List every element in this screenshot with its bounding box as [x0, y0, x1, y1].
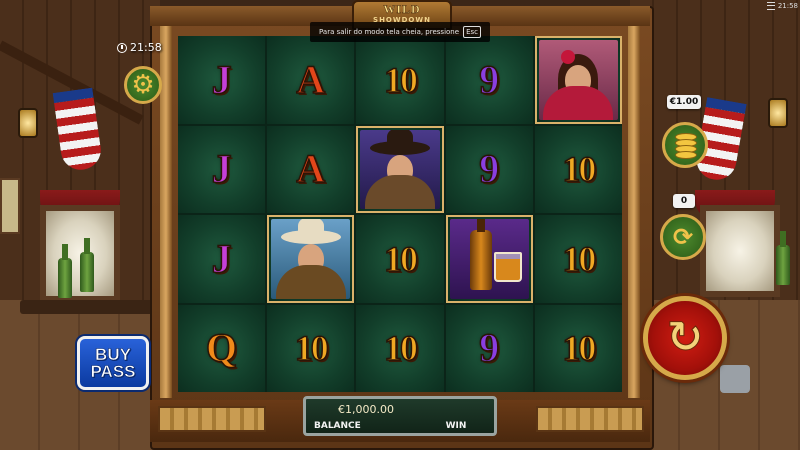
reel-cell: 9: [445, 304, 533, 392]
reel-cell: 10: [356, 36, 444, 124]
symbol-a: A: [296, 146, 326, 192]
symbol-ten: 10: [383, 238, 419, 279]
reel-cell: 9: [445, 125, 533, 213]
balance-label: BALANCE: [314, 421, 361, 431]
device-status: 21:58: [766, 2, 798, 10]
bucket-prop: [720, 365, 750, 393]
win-label: WIN: [445, 421, 467, 431]
balance-panel: €1,000.00 BALANCE WIN: [303, 396, 497, 436]
reel-cell: 10: [356, 215, 444, 303]
game-clock: 21:58: [117, 41, 162, 54]
logo-title: WILD: [383, 2, 421, 16]
spin-button[interactable]: ↻: [643, 296, 727, 380]
reel-cell: J: [178, 36, 266, 124]
device-time: 21:58: [777, 2, 798, 10]
bottle-prop: [776, 231, 790, 285]
esc-key-badge: Esc: [463, 26, 481, 38]
left-ornament: [158, 406, 266, 432]
symbol-ten: 10: [294, 328, 330, 369]
hat: [369, 129, 430, 155]
balance-value: €1,000.00: [338, 403, 394, 416]
reel-cell: Q: [178, 304, 266, 392]
spin-icon: ↻: [666, 312, 704, 363]
reel-cell-sheriff: [267, 215, 355, 303]
symbol-q: Q: [205, 325, 238, 371]
symbol-ten: 10: [383, 59, 419, 100]
reel-cell: 9: [445, 36, 533, 124]
reel-cell: J: [178, 125, 266, 213]
gunslinger-symbol: [360, 129, 440, 209]
buy-label: BUY: [95, 345, 132, 364]
autoplay-count: 0: [673, 194, 695, 208]
menu-icon[interactable]: [766, 2, 775, 10]
torso: [275, 264, 346, 299]
symbol-a: A: [296, 56, 326, 102]
hat: [280, 219, 341, 245]
buy-pass-button[interactable]: BUY PASS: [77, 336, 149, 390]
bar-table: [20, 300, 160, 314]
autoplay-icon: ⟳: [672, 223, 694, 251]
right-lamp: [768, 98, 788, 128]
reel-cell: A: [267, 36, 355, 124]
right-window: [700, 205, 780, 297]
bet-button[interactable]: [662, 122, 708, 168]
pass-label: PASS: [90, 362, 136, 381]
whiskey-bottle: [470, 219, 493, 291]
reel-cell: J: [178, 215, 266, 303]
symbol-nine: 9: [478, 146, 500, 192]
reel-cell: A: [267, 125, 355, 213]
torso: [364, 175, 435, 209]
symbol-nine: 9: [478, 325, 500, 371]
reel-cell-whiskey: [445, 215, 533, 303]
gear-icon: ⚙: [131, 70, 155, 100]
clock-icon: [117, 42, 127, 53]
bet-value: €1.00: [667, 95, 701, 109]
bottle-prop: [58, 244, 72, 298]
notice-text: Para salir do modo tela cheia, pressione: [319, 28, 460, 36]
wanted-poster: [0, 178, 20, 234]
reel-cell: 10: [356, 304, 444, 392]
symbol-nine: 9: [478, 56, 500, 102]
whiskey-symbol: [449, 219, 529, 299]
symbol-j: J: [211, 235, 233, 281]
symbol-ten: 10: [383, 328, 419, 369]
clock-time: 21:58: [130, 41, 162, 54]
right-pillar: [628, 26, 640, 398]
sheriff-symbol: [271, 219, 351, 299]
autoplay-button[interactable]: ⟳: [660, 214, 706, 260]
reel-grid: J A 10 9 J A 9 10 J 10 10 Q 10 10 9 10: [178, 36, 622, 392]
reel-cell: 10: [267, 304, 355, 392]
right-ornament: [536, 406, 644, 432]
reel-cell: 10: [534, 215, 622, 303]
left-lamp: [18, 108, 38, 138]
symbol-j: J: [211, 146, 233, 192]
whiskey-glass: [493, 252, 522, 283]
saloon-girl-symbol: [538, 40, 618, 120]
bottle-prop: [80, 238, 94, 292]
symbol-ten: 10: [562, 149, 598, 190]
reel-cell-gunslinger: [356, 125, 444, 213]
settings-button[interactable]: ⚙: [124, 66, 162, 104]
torso: [543, 85, 614, 120]
symbol-ten: 10: [562, 238, 598, 279]
reel-cell: 10: [534, 125, 622, 213]
reel-cell-saloon-girl: [534, 36, 622, 124]
reel-cell: 10: [534, 304, 622, 392]
symbol-j: J: [211, 56, 233, 102]
fullscreen-notice: Para salir do modo tela cheia, pressione…: [310, 22, 490, 42]
hair-flower: [560, 49, 575, 64]
symbol-ten: 10: [562, 328, 598, 369]
coins-icon: [675, 133, 697, 159]
